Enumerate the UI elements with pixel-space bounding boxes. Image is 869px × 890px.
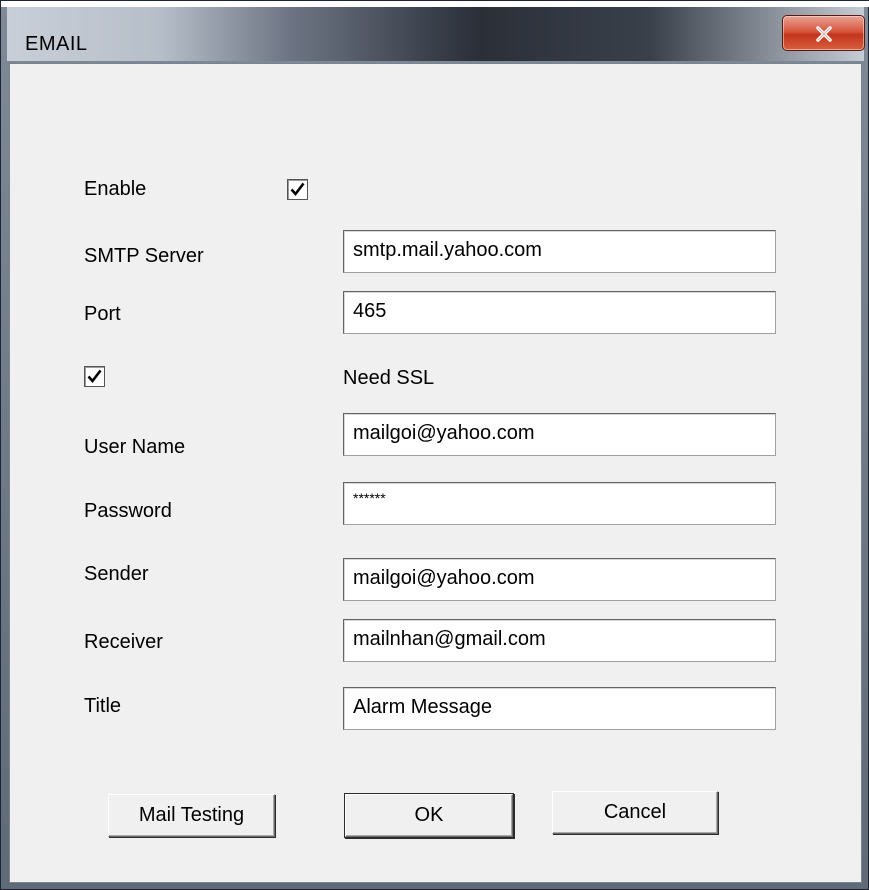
receiver-input[interactable]: mailnhan@gmail.com bbox=[343, 619, 776, 662]
title-bar[interactable]: EMAIL bbox=[7, 7, 865, 61]
enable-checkbox[interactable] bbox=[287, 179, 308, 200]
enable-label: Enable bbox=[84, 178, 147, 200]
sender-input[interactable]: mailgoi@yahoo.com bbox=[343, 558, 776, 601]
password-label: Password bbox=[84, 500, 172, 522]
smtp-server-input[interactable]: smtp.mail.yahoo.com bbox=[343, 230, 776, 273]
cancel-button[interactable]: Cancel bbox=[552, 791, 718, 834]
port-label: Port bbox=[84, 303, 121, 325]
mail-testing-button[interactable]: Mail Testing bbox=[108, 794, 275, 837]
ssl-label: Need SSL bbox=[343, 367, 435, 389]
ssl-checkbox[interactable] bbox=[84, 366, 105, 387]
password-input[interactable]: ****** bbox=[343, 482, 776, 525]
email-dialog-window: EMAIL Enable SMTP Server smtp.mail.yahoo… bbox=[0, 0, 869, 890]
user-name-input[interactable]: mailgoi@yahoo.com bbox=[343, 413, 776, 456]
window-title: EMAIL bbox=[25, 33, 88, 55]
port-input[interactable]: 465 bbox=[343, 291, 776, 334]
dialog-body: Enable SMTP Server smtp.mail.yahoo.com P… bbox=[9, 63, 862, 883]
title-input[interactable]: Alarm Message bbox=[343, 687, 776, 730]
smtp-server-label: SMTP Server bbox=[84, 245, 204, 267]
title-label: Title bbox=[84, 695, 122, 717]
checkmark-icon bbox=[87, 369, 102, 384]
sender-label: Sender bbox=[84, 563, 149, 585]
receiver-label: Receiver bbox=[84, 631, 163, 653]
close-button[interactable] bbox=[782, 15, 865, 51]
close-icon bbox=[816, 26, 832, 42]
checkmark-icon bbox=[290, 182, 305, 197]
user-name-label: User Name bbox=[84, 436, 186, 458]
ok-button[interactable]: OK bbox=[345, 794, 513, 837]
